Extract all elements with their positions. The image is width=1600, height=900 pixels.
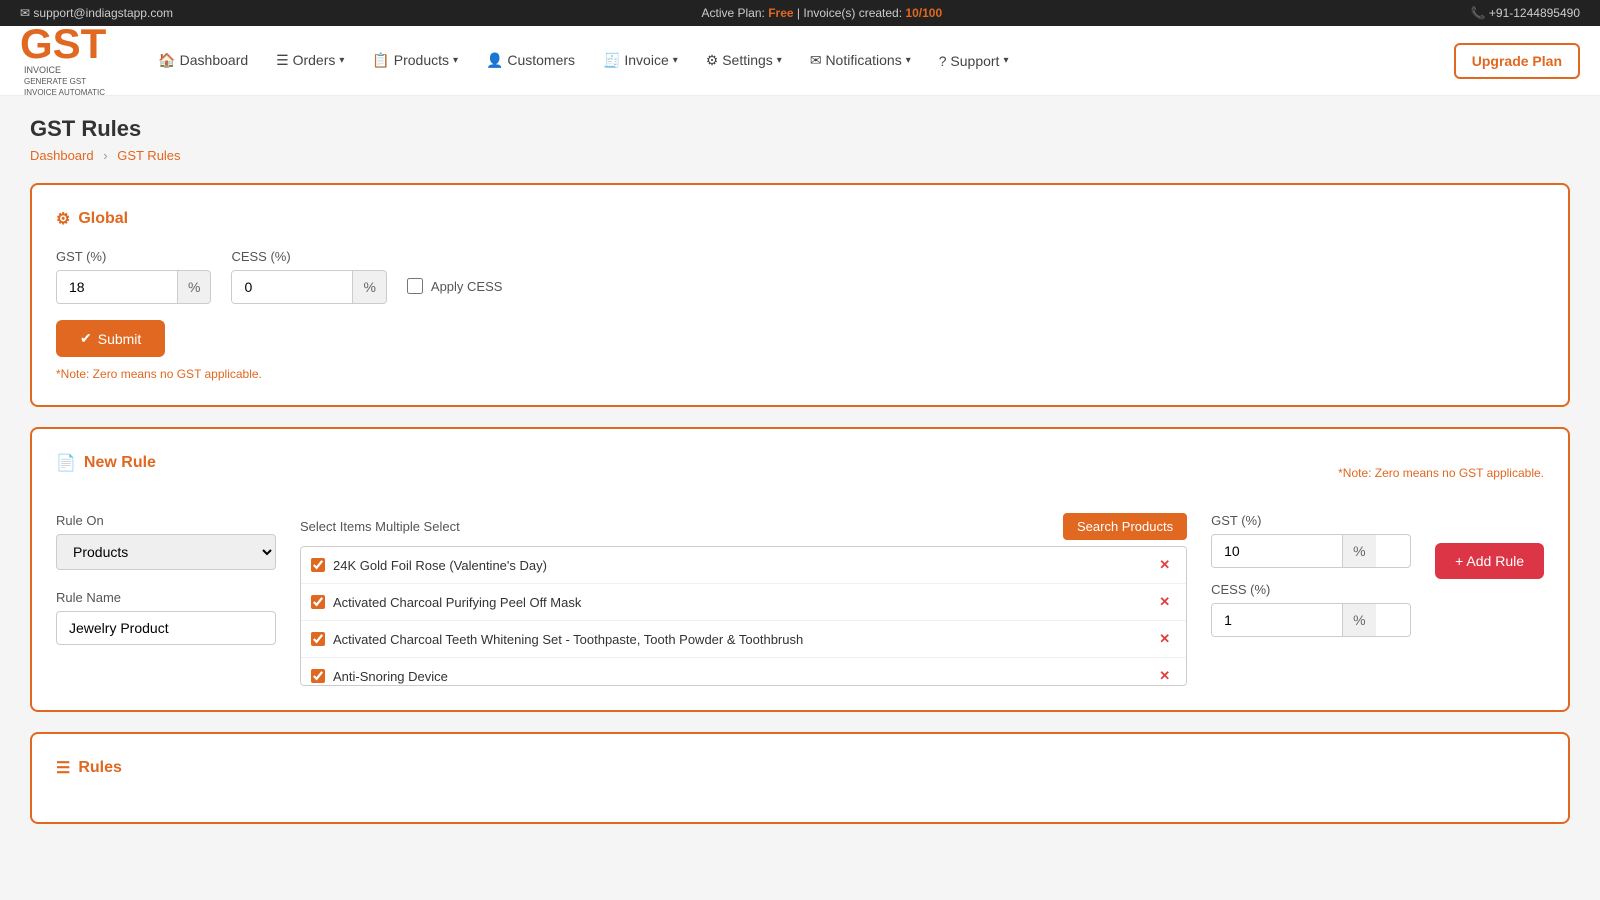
cess-input-wrapper: 0 % — [231, 270, 386, 304]
list-item: Activated Charcoal Teeth Whitening Set -… — [301, 621, 1186, 658]
remove-product-2[interactable]: ✕ — [1153, 592, 1176, 612]
gst-input[interactable]: 18 — [57, 271, 177, 303]
search-products-button[interactable]: Search Products — [1063, 513, 1187, 540]
new-rule-cess-input[interactable] — [1212, 604, 1342, 636]
apply-cess-group: Apply CESS — [407, 278, 503, 304]
remove-product-3[interactable]: ✕ — [1153, 629, 1176, 649]
nav-orders[interactable]: ☰ Orders ▾ — [264, 44, 356, 77]
product-name-1: 24K Gold Foil Rose (Valentine's Day) — [333, 558, 547, 573]
new-rule-gst-icon: % — [1342, 535, 1375, 567]
apply-cess-label: Apply CESS — [431, 279, 503, 294]
new-rule-gst-input-wrapper: % — [1211, 534, 1411, 568]
top-bar: ✉ support@indiagstapp.com Active Plan: F… — [0, 0, 1600, 26]
new-rule-section: 📄 New Rule *Note: Zero means no GST appl… — [30, 427, 1570, 712]
product-name-3: Activated Charcoal Teeth Whitening Set -… — [333, 632, 803, 647]
rule-name-label: Rule Name — [56, 590, 276, 605]
new-rule-header: 📄 New Rule *Note: Zero means no GST appl… — [56, 453, 1544, 493]
logo-tagline: INVOICEGENERATE GSTINVOICE AUTOMATIC — [24, 65, 106, 97]
nav-settings[interactable]: ⚙ Settings ▾ — [694, 44, 794, 77]
new-rule-gst-group: GST (%) % — [1211, 513, 1411, 568]
navbar: GST INVOICEGENERATE GSTINVOICE AUTOMATIC… — [0, 26, 1600, 96]
new-rule-cess-group: CESS (%) % — [1211, 582, 1411, 637]
products-col: Select Items Multiple Select Search Prod… — [300, 513, 1187, 686]
new-rule-form: Rule On Products Customers Category Rule… — [56, 513, 1544, 686]
plan-info: Active Plan: Free | Invoice(s) created: … — [701, 6, 942, 20]
new-rule-gst-label: GST (%) — [1211, 513, 1411, 528]
nav-dashboard[interactable]: 🏠 Dashboard — [146, 44, 260, 77]
global-title: ⚙ Global — [56, 209, 1544, 229]
rule-on-label: Rule On — [56, 513, 276, 528]
new-rule-title: 📄 New Rule — [56, 453, 156, 473]
apply-cess-checkbox[interactable] — [407, 278, 423, 294]
new-rule-cess-input-wrapper: % — [1211, 603, 1411, 637]
global-form-row: GST (%) 18 % CESS (%) 0 % Apply CESS — [56, 249, 1544, 304]
add-rule-wrapper: + Add Rule — [1435, 513, 1544, 579]
rule-on-group: Rule On Products Customers Category — [56, 513, 276, 570]
rules-icon: ☰ — [56, 758, 70, 778]
support-email: ✉ support@indiagstapp.com — [20, 6, 173, 20]
nav-invoice[interactable]: 🧾 Invoice ▾ — [591, 44, 690, 77]
nav-support[interactable]: ? Support ▾ — [927, 45, 1021, 77]
gst-percent-icon: % — [177, 271, 210, 303]
select-items-label: Select Items Multiple Select — [300, 519, 460, 534]
rules-title: ☰ Rules — [56, 758, 1544, 778]
product-checkbox-1[interactable] — [311, 558, 325, 572]
rule-on-select[interactable]: Products Customers Category — [56, 534, 276, 570]
list-item: 24K Gold Foil Rose (Valentine's Day) ✕ — [301, 547, 1186, 584]
submit-button[interactable]: ✔ Submit — [56, 320, 165, 357]
gst-label: GST (%) — [56, 249, 211, 264]
global-icon: ⚙ — [56, 209, 70, 229]
breadcrumb-home[interactable]: Dashboard — [30, 148, 94, 163]
product-name-4: Anti-Snoring Device — [333, 669, 448, 684]
list-item: Activated Charcoal Purifying Peel Off Ma… — [301, 584, 1186, 621]
cess-percent-icon: % — [352, 271, 385, 303]
gst-cess-col: GST (%) % CESS (%) % — [1211, 513, 1411, 637]
nav-products[interactable]: 📋 Products ▾ — [360, 44, 470, 77]
global-note: *Note: Zero means no GST applicable. — [56, 367, 1544, 381]
nav-notifications[interactable]: ✉ Notifications ▾ — [798, 44, 923, 77]
products-list[interactable]: 24K Gold Foil Rose (Valentine's Day) ✕ A… — [300, 546, 1187, 686]
page-title: GST Rules — [30, 116, 1570, 142]
global-section: ⚙ Global GST (%) 18 % CESS (%) 0 % Apply — [30, 183, 1570, 407]
new-rule-cess-label: CESS (%) — [1211, 582, 1411, 597]
page-content: GST Rules Dashboard › GST Rules ⚙ Global… — [0, 96, 1600, 864]
cess-input[interactable]: 0 — [232, 271, 352, 303]
nav-links: 🏠 Dashboard ☰ Orders ▾ 📋 Products ▾ 👤 Cu… — [146, 44, 1453, 77]
gst-input-wrapper: 18 % — [56, 270, 211, 304]
products-header: Select Items Multiple Select Search Prod… — [300, 513, 1187, 540]
phone-number: 📞 +91-1244895490 — [1471, 6, 1580, 20]
new-rule-icon: 📄 — [56, 453, 76, 473]
gst-group: GST (%) 18 % — [56, 249, 211, 304]
nav-customers[interactable]: 👤 Customers — [474, 44, 587, 77]
breadcrumb-current: GST Rules — [117, 148, 180, 163]
submit-check-icon: ✔ — [80, 330, 92, 347]
rule-name-group: Rule Name Jewelry Product — [56, 590, 276, 645]
remove-product-4[interactable]: ✕ — [1153, 666, 1176, 686]
add-rule-button[interactable]: + Add Rule — [1435, 543, 1544, 579]
product-checkbox-3[interactable] — [311, 632, 325, 646]
upgrade-plan-button[interactable]: Upgrade Plan — [1454, 43, 1580, 79]
new-rule-note: *Note: Zero means no GST applicable. — [1338, 466, 1544, 480]
remove-product-1[interactable]: ✕ — [1153, 555, 1176, 575]
breadcrumb: Dashboard › GST Rules — [30, 148, 1570, 163]
rule-left-col: Rule On Products Customers Category Rule… — [56, 513, 276, 645]
product-checkbox-4[interactable] — [311, 669, 325, 683]
list-item: Anti-Snoring Device ✕ — [301, 658, 1186, 686]
rule-name-input[interactable]: Jewelry Product — [56, 611, 276, 645]
cess-label: CESS (%) — [231, 249, 386, 264]
logo[interactable]: GST INVOICEGENERATE GSTINVOICE AUTOMATIC — [20, 23, 106, 97]
rules-section: ☰ Rules — [30, 732, 1570, 824]
cess-group: CESS (%) 0 % — [231, 249, 386, 304]
new-rule-gst-input[interactable] — [1212, 535, 1342, 567]
product-checkbox-2[interactable] — [311, 595, 325, 609]
new-rule-cess-icon: % — [1342, 604, 1375, 636]
logo-gst: GST — [20, 23, 106, 65]
product-name-2: Activated Charcoal Purifying Peel Off Ma… — [333, 595, 581, 610]
